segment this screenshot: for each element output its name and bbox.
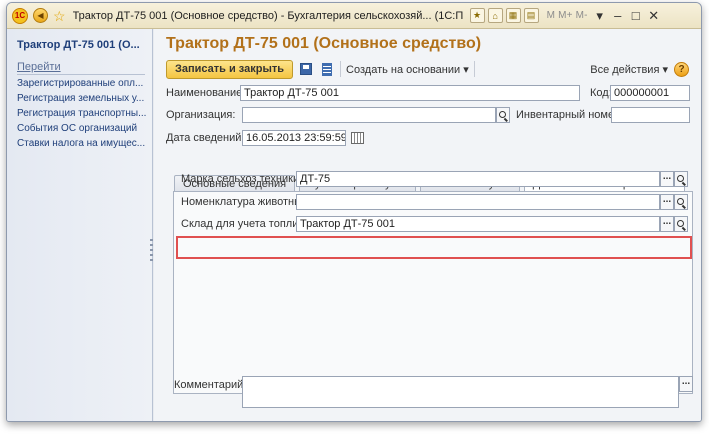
title-bar: 1С ◀ ☆ Трактор ДТ-75 001 (Основное средс… [7, 3, 701, 29]
fuel-warehouse-search-icon[interactable] [674, 216, 688, 232]
back-icon[interactable]: ◀ [33, 8, 48, 23]
inventory-number-label: Инвентарный номер: [516, 109, 624, 121]
code-field[interactable]: 000000001 [610, 85, 690, 101]
sidebar-title[interactable]: Трактор ДТ-75 001 (О... [17, 39, 152, 51]
organization-label: Организация: [166, 109, 236, 121]
page-title: Трактор ДТ-75 001 (Основное средство) [166, 35, 482, 52]
inventory-number-field[interactable] [611, 107, 690, 123]
window-title: Трактор ДТ-75 001 (Основное средство) - … [72, 9, 463, 22]
calendar-icon[interactable]: ▤ [523, 8, 539, 23]
minimize-button[interactable]: – [612, 8, 624, 23]
comment-label: Комментарий: [174, 379, 247, 391]
sidebar-item-property-tax-rates[interactable]: Ставки налога на имущес... [17, 138, 149, 150]
date-field[interactable]: 16.05.2013 23:59:59 [242, 130, 346, 146]
calendar-picker-icon[interactable] [351, 132, 364, 144]
code-label: Код: [590, 87, 612, 99]
form-area: Трактор ДТ-75 001 (Основное средство) За… [154, 29, 701, 421]
date-label: Дата сведений: [166, 132, 245, 144]
nomenclature-field[interactable] [296, 194, 660, 210]
brand-search-icon[interactable] [674, 171, 688, 187]
navigation-panel: Трактор ДТ-75 001 (О... Перейти Зарегист… [7, 29, 153, 421]
nomenclature-select-button[interactable]: ... [660, 194, 674, 210]
command-bar: Записать и закрыть Создать на основании … [166, 59, 689, 79]
all-actions-button[interactable]: Все действия ▾ [590, 63, 668, 76]
brand-select-button[interactable]: ... [660, 171, 674, 187]
save-and-close-button[interactable]: Записать и закрыть [166, 59, 294, 79]
save-icon[interactable] [298, 61, 314, 77]
name-field[interactable]: Трактор ДТ-75 001 [240, 85, 580, 101]
panel-splitter-handle[interactable] [150, 239, 153, 261]
add-favorite-icon[interactable]: ★ [469, 8, 485, 23]
favorite-star-icon[interactable]: ☆ [53, 9, 66, 23]
sidebar-item-os-events[interactable]: События ОС организаций [17, 123, 149, 135]
nomenclature-label: Номенклатура животных: [181, 196, 311, 208]
dropdown-icon[interactable]: ▾ [594, 8, 606, 24]
app-window: 1С ◀ ☆ Трактор ДТ-75 001 (Основное средс… [6, 2, 702, 422]
highlight-frame [176, 236, 692, 259]
fuel-warehouse-field[interactable]: Трактор ДТ-75 001 [296, 216, 660, 232]
fuel-warehouse-label: Склад для учета топлива: [181, 218, 314, 230]
comment-edit-button[interactable]: ... [679, 376, 693, 392]
help-icon[interactable]: ? [674, 61, 689, 77]
sidebar-section-go-to: Перейти [17, 61, 145, 75]
sidebar-item-land-registration[interactable]: Регистрация земельных у... [17, 93, 149, 105]
divider [340, 61, 342, 77]
organization-search-icon[interactable] [496, 107, 510, 123]
divider [473, 61, 475, 77]
name-label: Наименование: [166, 87, 246, 99]
organization-field[interactable] [242, 107, 496, 123]
fuel-warehouse-select-button[interactable]: ... [660, 216, 674, 232]
brand-label: Марка сельхоз техники: [181, 173, 303, 185]
1c-logo-icon[interactable]: 1С [12, 7, 28, 24]
link-icon[interactable]: ⌂ [487, 8, 503, 23]
maximize-button[interactable]: □ [630, 8, 642, 23]
brand-field[interactable]: ДТ-75 [296, 171, 660, 187]
create-based-on-button[interactable]: Создать на основании ▾ [346, 63, 469, 76]
calculator-icon[interactable]: ▦ [505, 8, 521, 23]
memory-buttons[interactable]: M M+ M- [547, 10, 588, 21]
sidebar-item-registered-payments[interactable]: Зарегистрированные опл... [17, 78, 149, 90]
document-list-icon[interactable] [319, 61, 335, 77]
comment-field[interactable] [242, 376, 679, 408]
sidebar-item-transport-registration[interactable]: Регистрация транспортны... [17, 108, 149, 120]
close-button[interactable]: ✕ [648, 8, 660, 24]
nomenclature-search-icon[interactable] [674, 194, 688, 210]
